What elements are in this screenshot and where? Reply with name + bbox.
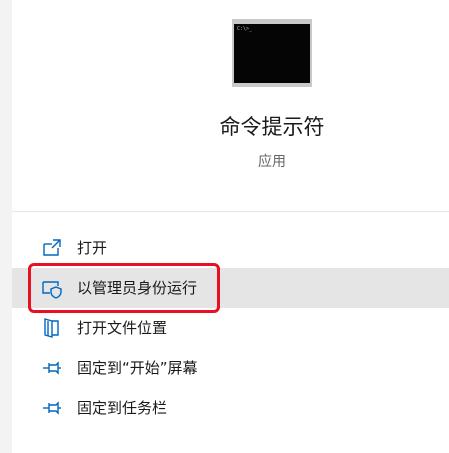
start-menu-results-edge	[0, 0, 12, 453]
open-file-location-label: 打开文件位置	[77, 319, 168, 337]
pin-to-start-label: 固定到“开始”屏幕	[77, 359, 198, 377]
file-location-icon	[41, 317, 63, 339]
app-title: 命令提示符	[219, 115, 325, 139]
app-type-label: 应用	[258, 154, 286, 170]
pin-to-taskbar-button[interactable]: 固定到任务栏	[12, 388, 449, 428]
open-label: 打开	[77, 239, 108, 257]
open-button[interactable]: 打开	[12, 228, 449, 268]
pin-to-start-button[interactable]: 固定到“开始”屏幕	[12, 348, 449, 388]
command-prompt-icon: C:\>_	[232, 19, 312, 87]
app-details-panel: C:\>_ 命令提示符 应用 打开 以管理员身份运行 打开文件位置 固定到“开始…	[12, 0, 449, 453]
run-as-admin-button[interactable]: 以管理员身份运行	[12, 268, 449, 308]
app-action-list: 打开 以管理员身份运行 打开文件位置 固定到“开始”屏幕 固定到任务栏	[12, 228, 449, 428]
run-as-admin-label: 以管理员身份运行	[77, 279, 198, 297]
pin-icon	[41, 357, 63, 379]
divider	[12, 211, 449, 212]
console-screen: C:\>_	[234, 24, 310, 83]
admin-shield-icon	[41, 277, 63, 299]
open-file-location-button[interactable]: 打开文件位置	[12, 308, 449, 348]
pin-to-taskbar-label: 固定到任务栏	[77, 399, 168, 417]
console-prompt-text: C:\>_	[237, 26, 253, 32]
pin-icon	[41, 397, 63, 419]
open-icon	[41, 237, 63, 259]
